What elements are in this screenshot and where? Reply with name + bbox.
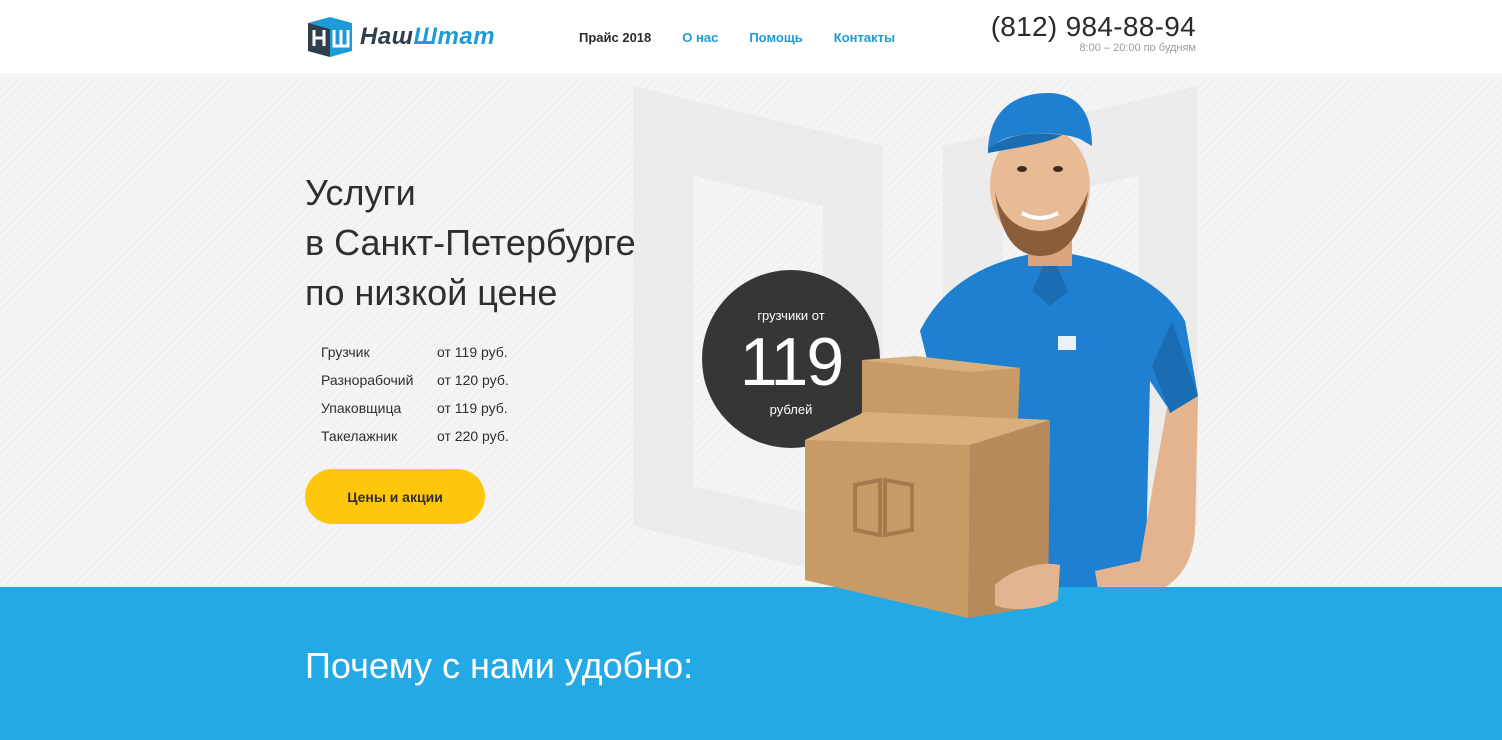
hero-section: Услуги в Санкт-Петербурге по низкой цене… (0, 76, 1502, 587)
nav-item-price[interactable]: Прайс 2018 (579, 30, 651, 45)
badge-caption-top: грузчики от (757, 308, 825, 323)
prices-and-promotions-button[interactable]: Цены и акции (305, 469, 485, 524)
phone-block: (812) 984-88-94 8:00 – 20:00 по будням (991, 10, 1196, 54)
price-name: Разнорабочий (321, 372, 414, 388)
price-value: от 220 руб. (437, 428, 509, 444)
site-header: НашШтат Прайс 2018 О нас Помощь Контакты… (0, 0, 1502, 75)
price-value: от 120 руб. (437, 372, 509, 388)
price-value: от 119 руб. (437, 400, 508, 416)
logo-text: НашШтат (360, 23, 495, 51)
nashshtat-logo-icon (308, 17, 352, 57)
nav-item-help[interactable]: Помощь (749, 30, 802, 45)
hero-title: Услуги в Санкт-Петербурге по низкой цене (305, 168, 636, 318)
price-value: от 119 руб. (437, 344, 508, 360)
logo-text-part1: Наш (360, 23, 414, 50)
price-row-rigger: Такелажник от 220 руб. (321, 422, 509, 450)
phone-number[interactable]: (812) 984-88-94 (991, 10, 1196, 44)
hero-title-line-1: Услуги (305, 172, 416, 213)
price-name: Упаковщица (321, 400, 402, 416)
logo[interactable]: НашШтат (306, 17, 495, 57)
logo-text-part2: Штат (413, 23, 496, 50)
main-nav: Прайс 2018 О нас Помощь Контакты (579, 30, 895, 45)
price-name: Грузчик (321, 344, 370, 360)
price-list: Грузчик от 119 руб. Разнорабочий от 120 … (321, 338, 509, 450)
hero-title-line-2: в Санкт-Петербурге (305, 222, 636, 263)
badge-caption-bottom: рублей (769, 402, 813, 417)
price-row-handyman: Разнорабочий от 120 руб. (321, 366, 509, 394)
hero-title-line-3: по низкой цене (305, 272, 558, 313)
price-name: Такелажник (321, 428, 398, 444)
price-badge: грузчики от 119 рублей (702, 270, 880, 448)
why-title: Почему с нами удобно: (305, 645, 694, 686)
nav-item-about[interactable]: О нас (682, 30, 718, 45)
price-row-loader: Грузчик от 119 руб. (321, 338, 509, 366)
badge-number: 119 (739, 324, 844, 400)
nav-item-contacts[interactable]: Контакты (834, 30, 895, 45)
why-section: Почему с нами удобно: (0, 587, 1502, 740)
price-row-packer: Упаковщица от 119 руб. (321, 394, 509, 422)
